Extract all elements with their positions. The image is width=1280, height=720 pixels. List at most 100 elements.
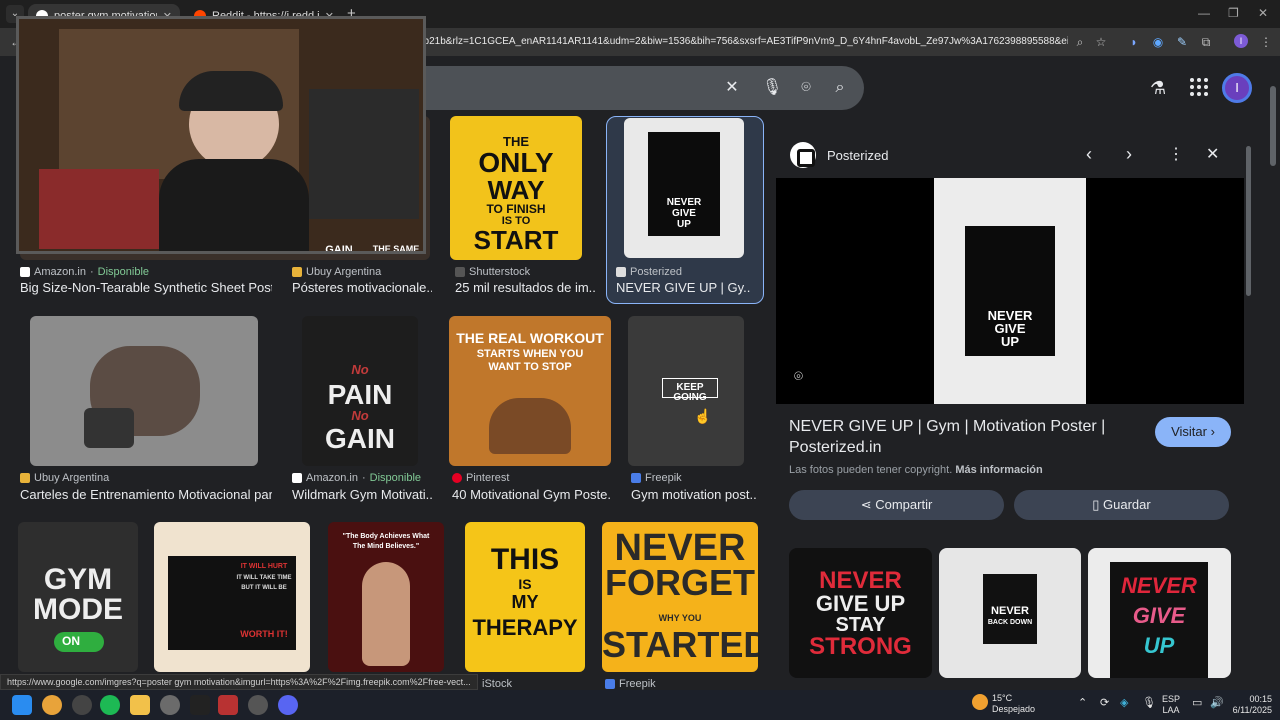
minimize-icon[interactable]: — xyxy=(1198,6,1210,20)
visit-button[interactable]: Visitar › xyxy=(1155,417,1231,447)
poster-text: NEVER xyxy=(614,527,746,569)
result-thumb-it-will-hurt[interactable]: IT WILL HURT IT WILL TAKE TIME BUT IT WI… xyxy=(154,522,310,672)
result-title[interactable]: Big Size-Non-Tearable Synthetic Sheet Po… xyxy=(20,280,272,295)
discord-icon[interactable] xyxy=(278,695,298,715)
result-thumb-dumbbell-woman[interactable] xyxy=(30,316,258,466)
poster-text: KEEP GOING xyxy=(673,382,707,403)
panel-header: Posterized ‹ › ⋮ ✕ xyxy=(776,134,1244,178)
poster-text: THERAPY xyxy=(472,615,578,640)
lens-search-icon[interactable]: ⌾ xyxy=(794,368,803,385)
poster-text: STARTED xyxy=(602,624,758,665)
spotify-icon[interactable] xyxy=(100,695,120,715)
related-image[interactable]: NEVER GIVE UP xyxy=(1088,548,1231,678)
profile-icon[interactable]: I xyxy=(1234,34,1248,48)
poster-text: NEVER xyxy=(1121,573,1197,598)
poster-text: WHY YOU xyxy=(658,613,702,623)
sync-icon[interactable]: ⟳ xyxy=(1100,698,1109,709)
lens-search-icon[interactable]: ⌾ xyxy=(796,78,816,98)
voice-search-icon[interactable]: 🎙 xyxy=(762,78,782,98)
result-title[interactable]: Wildmark Gym Motivati... xyxy=(292,487,432,502)
result-title[interactable]: 40 Motivational Gym Poste... xyxy=(452,487,612,502)
poster-text: GIVE UP xyxy=(815,591,906,616)
image-preview-panel: Posterized ‹ › ⋮ ✕ NEVER GIVE UP ⌾ NEVER… xyxy=(776,134,1244,690)
weather-icon[interactable] xyxy=(972,694,988,710)
result-title[interactable]: Carteles de Entrenamiento Motivacional p… xyxy=(20,487,272,502)
google-apps-icon[interactable] xyxy=(1190,78,1208,96)
k-app-icon[interactable] xyxy=(160,695,180,715)
windows-taskbar: 15°C Despejado ⌃ ⟳ ◈ 🎙 ESP LAA ▭ 🔊 00:15… xyxy=(0,690,1280,720)
poster-text: THE REAL WORKOUT xyxy=(456,330,604,346)
address-bar[interactable]: 3b21b&rlz=1C1GCEA_enAR1141AR1141&udm=2&b… xyxy=(418,32,1068,52)
more-options-icon[interactable]: ⋮ xyxy=(1168,144,1184,164)
account-avatar[interactable]: I xyxy=(1222,73,1252,103)
poster-text: WORTH IT! xyxy=(240,629,288,639)
clock[interactable]: 00:15 6/11/2025 xyxy=(1228,694,1272,716)
next-result-icon[interactable]: › xyxy=(1126,144,1132,165)
translate-extension-icon[interactable]: ✎ xyxy=(1174,34,1190,50)
poster-text: TO FINISH xyxy=(486,202,546,216)
restore-icon[interactable]: ❐ xyxy=(1228,6,1239,20)
volume-icon[interactable]: 🔊 xyxy=(1210,698,1224,709)
app-icon[interactable] xyxy=(248,695,268,715)
result-thumb-no-pain-no-gain[interactable]: No PAIN No GAIN xyxy=(302,316,418,466)
share-button[interactable]: ⋖ Compartir xyxy=(789,490,1004,520)
panel-preview-image[interactable]: NEVER GIVE UP ⌾ xyxy=(776,178,1244,404)
result-title[interactable]: Pósteres motivacionale... xyxy=(292,280,432,295)
result-thumb-only-way[interactable]: THE ONLY WAY TO FINISH IS TO START xyxy=(450,116,582,260)
share-icon: ⋖ xyxy=(860,497,872,512)
save-button[interactable]: ▯ Guardar xyxy=(1014,490,1229,520)
panel-title[interactable]: NEVER GIVE UP | Gym | Motivation Poster … xyxy=(789,416,1149,458)
extension-globe-icon[interactable]: ◉ xyxy=(1150,34,1166,50)
chrome-icon[interactable] xyxy=(42,695,62,715)
result-thumb-keep-going[interactable]: KEEP GOING ☝ xyxy=(628,316,744,466)
close-window-icon[interactable]: ✕ xyxy=(1258,6,1268,20)
related-image[interactable]: NEVER BACK DOWN xyxy=(939,548,1081,678)
result-thumb-real-workout[interactable]: THE REAL WORKOUT STARTS WHEN YOU WANT TO… xyxy=(449,316,611,466)
extensions-puzzle-icon[interactable]: ⧉ xyxy=(1198,34,1214,50)
result-source: Ubuy Argentina xyxy=(20,472,109,484)
panel-scrollbar[interactable] xyxy=(1246,146,1251,296)
more-info-link[interactable]: Más información xyxy=(955,464,1042,476)
previous-result-icon[interactable]: ‹ xyxy=(1086,144,1092,165)
read-aloud-icon[interactable]: ◗ xyxy=(1126,34,1142,50)
result-title[interactable]: NEVER GIVE UP | Gy... xyxy=(616,280,751,295)
voicemeeter-icon[interactable] xyxy=(218,695,238,715)
result-title[interactable]: 25 mil resultados de im... xyxy=(455,280,595,295)
display-icon[interactable]: ▭ xyxy=(1192,698,1202,709)
zoom-icon[interactable]: ⌕ xyxy=(1072,34,1088,50)
windows-start-icon[interactable] xyxy=(12,695,32,715)
network-app-icon[interactable]: ◈ xyxy=(1120,698,1128,709)
result-thumb-this-is-my-therapy[interactable]: THIS IS MY THERAPY xyxy=(465,522,585,672)
file-explorer-icon[interactable] xyxy=(130,695,150,715)
result-source: Pinterest xyxy=(452,472,509,484)
labs-flask-icon[interactable]: ⚗ xyxy=(1150,78,1166,99)
language-indicator[interactable]: ESP LAA xyxy=(1162,694,1180,716)
weather-widget[interactable]: 15°C Despejado xyxy=(992,693,1035,715)
show-hidden-icons-icon[interactable]: ⌃ xyxy=(1078,698,1087,709)
mm-app-icon[interactable] xyxy=(190,695,210,715)
search-icon[interactable]: ⌕ xyxy=(830,78,850,98)
poster-text: GYM xyxy=(43,563,113,596)
page-scrollbar[interactable] xyxy=(1270,86,1276,166)
poster-text: No xyxy=(351,362,369,377)
related-image[interactable]: NEVER GIVE UP STAY STRONG xyxy=(789,548,932,678)
poster-text: STRONG xyxy=(809,633,912,660)
close-panel-icon[interactable]: ✕ xyxy=(1206,144,1219,164)
panel-site-name[interactable]: Posterized xyxy=(827,148,888,163)
result-title[interactable]: Gym motivation post... xyxy=(631,487,756,502)
obs-icon[interactable] xyxy=(72,695,92,715)
poster-text: WAY xyxy=(487,175,545,205)
bookmark-star-icon[interactable]: ☆ xyxy=(1093,34,1109,50)
clear-search-icon[interactable]: ✕ xyxy=(722,78,742,98)
result-thumb-gym-mode[interactable]: GYM MODE ON xyxy=(18,522,138,672)
result-thumb-never-forget[interactable]: NEVER FORGET WHY YOU STARTED xyxy=(602,522,758,672)
search-box[interactable]: ✕ 🎙 ⌾ ⌕ xyxy=(424,66,864,110)
result-thumb-body-achieves[interactable]: "The Body Achieves What The Mind Believe… xyxy=(328,522,444,672)
webcam-text: GAIN xyxy=(325,244,353,254)
poster-text: The Mind Believes." xyxy=(352,543,420,550)
poster-text: NEVER xyxy=(666,197,702,208)
poster-text: "The Body Achieves What xyxy=(342,533,430,540)
result-thumb-never-give-up[interactable]: NEVER GIVE UP xyxy=(624,118,744,258)
browser-menu-icon[interactable]: ⋮ xyxy=(1258,34,1274,50)
microphone-icon[interactable]: 🎙 xyxy=(1142,698,1156,709)
